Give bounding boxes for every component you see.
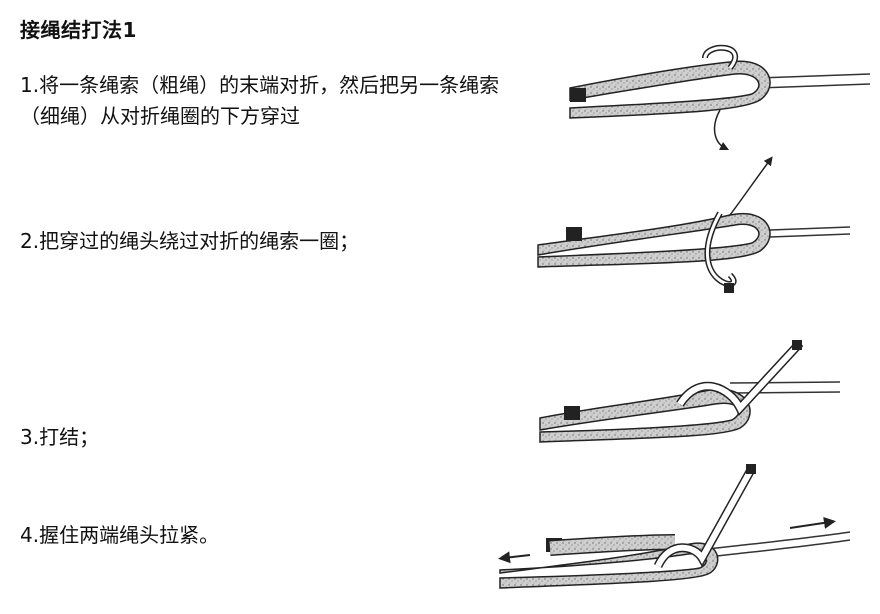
step-3-illustration xyxy=(530,338,880,458)
step-1-illustration xyxy=(530,38,880,163)
step-3-text: 3.打结； xyxy=(20,425,100,449)
step-4-illustration xyxy=(490,458,870,608)
step-2-illustration xyxy=(530,155,880,315)
step-4-text: 4.握住两端绳头拉紧。 xyxy=(20,523,220,547)
page-title: 接绳结打法1 xyxy=(20,18,137,42)
step-2-text: 2.把穿过的绳头绕过对折的绳索一圈； xyxy=(20,229,360,253)
step-1-text: 1.将一条绳索（粗绳）的末端对折，然后把另一条绳索（细绳）从对折绳圈的下方穿过 xyxy=(20,73,500,128)
